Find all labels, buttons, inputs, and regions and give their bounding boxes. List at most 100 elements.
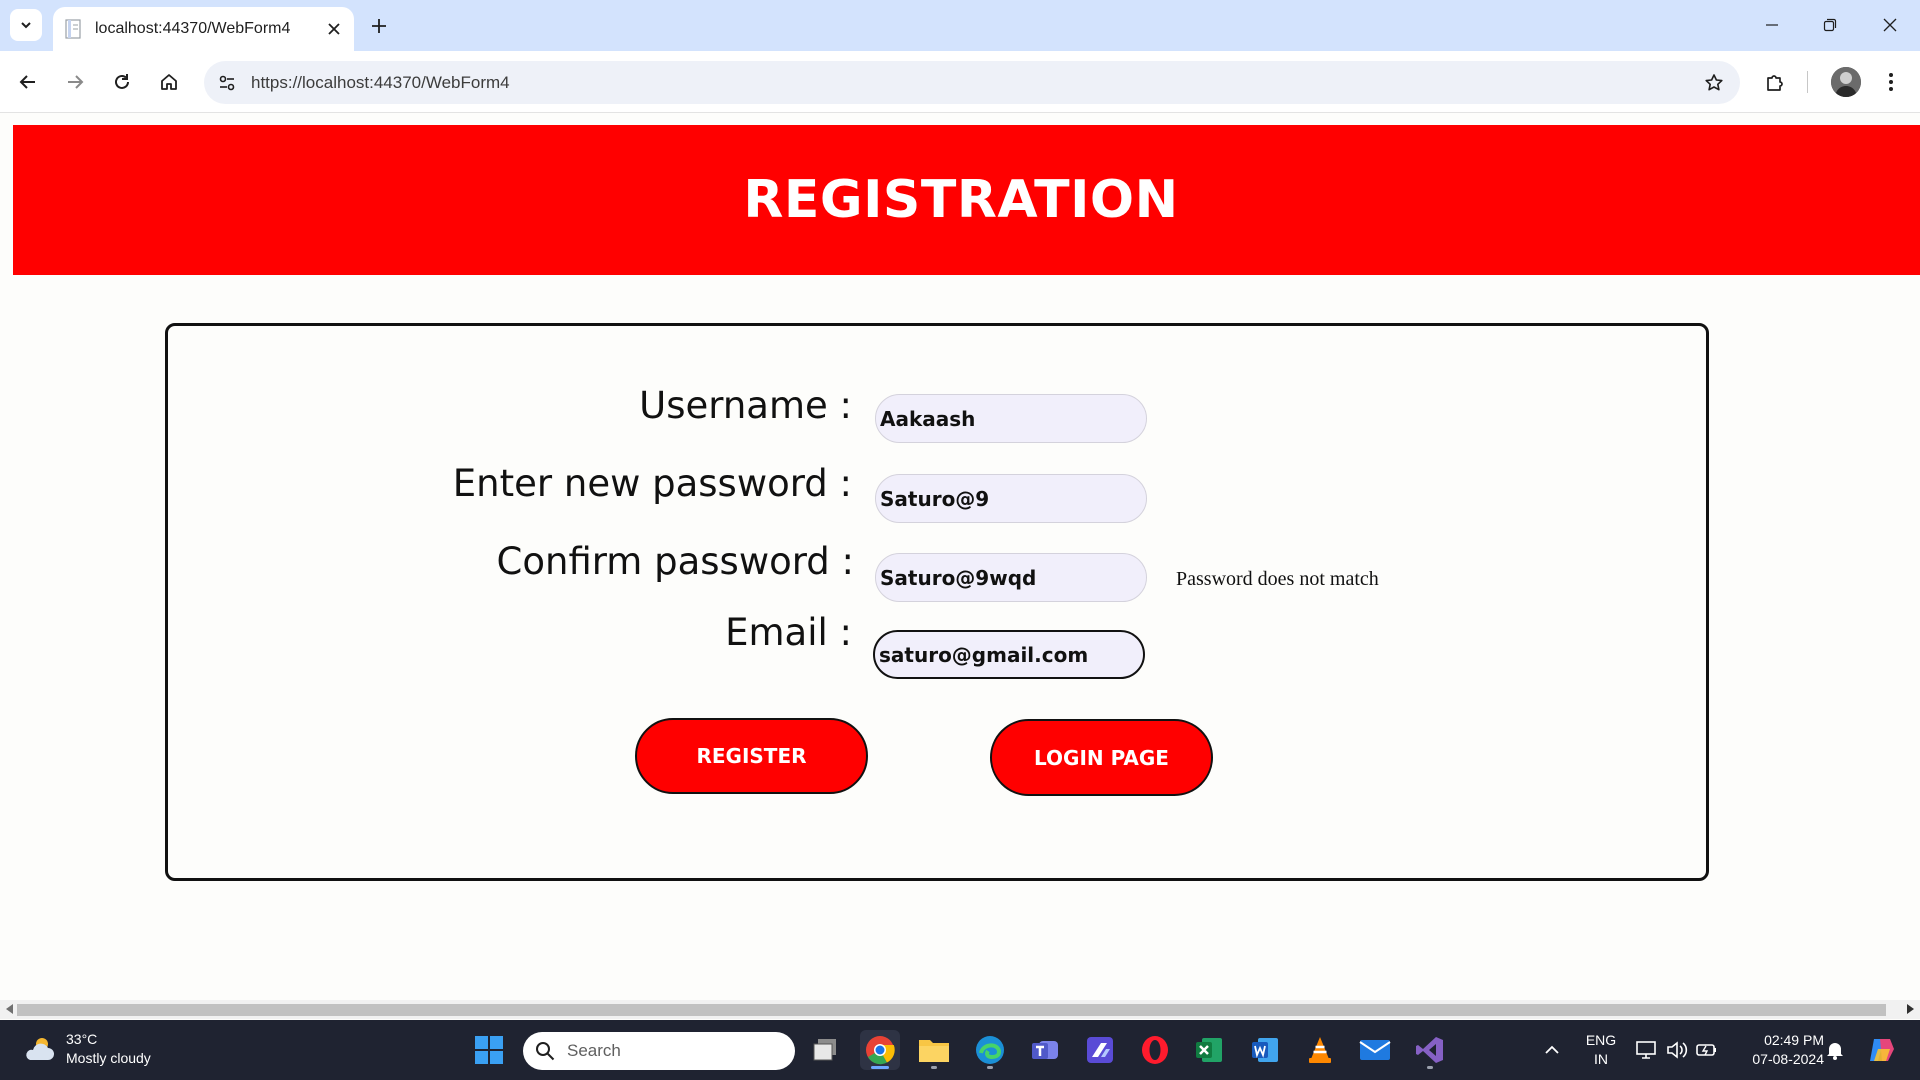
registration-banner: REGISTRATION <box>13 125 1920 275</box>
arrow-left-icon <box>19 75 35 89</box>
horizontal-scrollbar[interactable] <box>0 1000 1920 1019</box>
cloud-sun-icon <box>26 1038 54 1060</box>
confirm-password-label: Confirm password : <box>496 540 854 583</box>
power-automate-icon <box>1087 1037 1113 1063</box>
minimize-icon <box>1766 24 1778 26</box>
star-icon <box>1705 74 1723 91</box>
running-indicator <box>1427 1066 1433 1069</box>
edge-taskbar-button[interactable] <box>970 1030 1010 1070</box>
mail-icon <box>1359 1040 1391 1060</box>
opera-taskbar-button[interactable] <box>1135 1030 1175 1070</box>
close-window-button[interactable] <box>1870 10 1910 40</box>
triangle-right-icon <box>1907 1004 1914 1014</box>
edge-icon <box>976 1036 1004 1064</box>
close-icon <box>328 23 340 35</box>
registration-form: Username : Enter new password : Confirm … <box>165 323 1709 881</box>
restore-button[interactable] <box>1810 10 1850 40</box>
tab-search-button[interactable] <box>10 9 42 41</box>
minimize-button[interactable] <box>1752 10 1792 40</box>
taskbar-search[interactable]: Search <box>523 1032 795 1070</box>
opera-icon <box>1142 1036 1168 1064</box>
reload-icon <box>115 74 129 89</box>
browser-tab[interactable]: localhost:44370/WebForm4 <box>53 7 354 51</box>
page-title: REGISTRATION <box>743 170 1179 230</box>
battery-icon <box>1696 1044 1716 1056</box>
chrome-taskbar-button[interactable] <box>860 1030 900 1070</box>
copilot-button[interactable] <box>1862 1030 1902 1070</box>
page-favicon-icon <box>65 19 81 39</box>
reload-button[interactable] <box>104 64 140 100</box>
language-indicator[interactable]: ENG IN <box>1578 1031 1624 1069</box>
address-bar[interactable]: https://localhost:44370/WebForm4 <box>204 61 1740 104</box>
page-viewport: REGISTRATION Username : Enter new passwo… <box>0 114 1920 1000</box>
email-input[interactable] <box>873 630 1145 679</box>
restore-icon <box>1823 18 1837 32</box>
puzzle-icon <box>1767 75 1783 91</box>
network-icon <box>1636 1041 1656 1059</box>
avatar-icon <box>1831 67 1861 97</box>
clock[interactable]: 02:49 PM 07-08-2024 <box>1732 1031 1824 1069</box>
new-password-label: Enter new password : <box>452 462 852 505</box>
start-button[interactable] <box>469 1030 509 1070</box>
quick-settings-button[interactable] <box>1630 1030 1724 1070</box>
tab-close-button[interactable] <box>320 15 348 43</box>
password-mismatch-error: Password does not match <box>1176 568 1379 590</box>
notifications-button[interactable] <box>1816 1030 1854 1070</box>
scroll-left-arrow[interactable] <box>4 1003 16 1015</box>
task-view-button[interactable] <box>806 1030 846 1070</box>
show-hidden-icons-button[interactable] <box>1534 1030 1570 1070</box>
arrow-right-icon <box>68 75 84 89</box>
running-indicator <box>987 1066 993 1069</box>
forward-button[interactable] <box>57 64 93 100</box>
chrome-icon <box>866 1036 895 1065</box>
running-indicator <box>931 1066 937 1069</box>
scrollbar-thumb[interactable] <box>17 1004 1886 1016</box>
home-icon <box>161 74 177 90</box>
url-text[interactable]: https://localhost:44370/WebForm4 <box>251 61 510 104</box>
profile-avatar[interactable] <box>1831 67 1861 97</box>
clock-date: 07-08-2024 <box>1752 1051 1824 1067</box>
power-automate-taskbar-button[interactable] <box>1080 1030 1120 1070</box>
weather-description: Mostly cloudy <box>66 1050 151 1066</box>
tune-icon <box>219 75 235 91</box>
active-indicator <box>871 1066 889 1069</box>
extensions-button[interactable] <box>1757 64 1793 100</box>
weather-temperature: 33°C <box>66 1031 98 1047</box>
teams-taskbar-button[interactable] <box>1025 1030 1065 1070</box>
visual-studio-icon <box>1416 1037 1443 1063</box>
email-label: Email : <box>725 611 852 654</box>
chevron-down-icon <box>21 22 31 29</box>
copilot-icon <box>1870 1039 1894 1061</box>
home-button[interactable] <box>151 64 187 100</box>
new-password-input[interactable] <box>875 474 1147 523</box>
bell-icon <box>1827 1043 1843 1060</box>
language-code: ENG <box>1585 1032 1617 1048</box>
new-tab-button[interactable] <box>365 12 393 40</box>
mail-taskbar-button[interactable] <box>1355 1030 1395 1070</box>
windows-taskbar: 33°C Mostly cloudy Search ENG IN 02:49 P… <box>0 1020 1920 1080</box>
windows-logo-icon <box>475 1036 503 1064</box>
word-taskbar-button[interactable] <box>1245 1030 1285 1070</box>
username-input[interactable] <box>875 394 1147 443</box>
tab-title: localhost:44370/WebForm4 <box>95 20 291 37</box>
browser-toolbar: https://localhost:44370/WebForm4 <box>0 51 1920 113</box>
scroll-right-arrow[interactable] <box>1904 1003 1916 1015</box>
file-explorer-taskbar-button[interactable] <box>914 1030 954 1070</box>
register-button[interactable]: REGISTER <box>635 718 868 794</box>
bookmark-button[interactable] <box>1702 71 1726 95</box>
volume-icon <box>1667 1041 1688 1059</box>
visual-studio-taskbar-button[interactable] <box>1410 1030 1450 1070</box>
excel-icon <box>1196 1038 1222 1062</box>
folder-icon <box>919 1040 949 1062</box>
toolbar-divider <box>1807 71 1808 93</box>
site-info-button[interactable] <box>216 72 238 94</box>
vlc-icon <box>1309 1037 1331 1063</box>
weather-widget[interactable]: 33°C Mostly cloudy <box>22 1030 151 1068</box>
confirm-password-input[interactable] <box>875 553 1147 602</box>
excel-taskbar-button[interactable] <box>1189 1030 1229 1070</box>
browser-menu-button[interactable] <box>1873 64 1909 100</box>
vlc-taskbar-button[interactable] <box>1300 1030 1340 1070</box>
close-icon <box>1883 18 1897 32</box>
back-button[interactable] <box>10 64 46 100</box>
login-page-button[interactable]: LOGIN PAGE <box>990 719 1213 796</box>
